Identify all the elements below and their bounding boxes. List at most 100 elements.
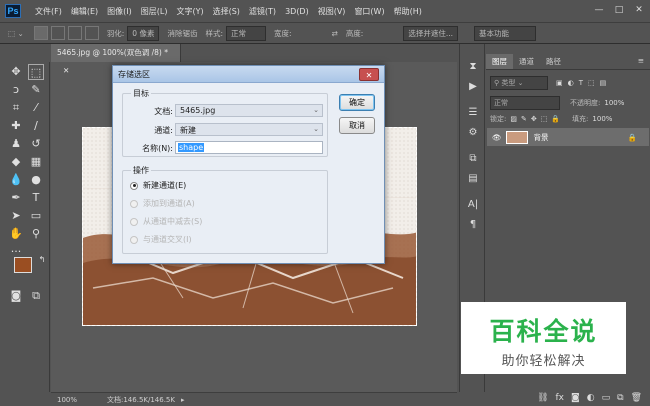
radio-subtract-from-channel[interactable]: 从通道中减去(S): [130, 216, 202, 227]
doc-label: 文档:: [154, 107, 173, 116]
marquee-preset-icon[interactable]: ⬚ ⌄: [8, 29, 24, 38]
zoom-level[interactable]: 100%: [57, 396, 97, 404]
character-panel-icon[interactable]: A|: [466, 198, 480, 212]
type-tool-icon[interactable]: T: [28, 190, 44, 206]
adjustments-panel-icon[interactable]: ⚙: [466, 126, 480, 140]
add-selection-icon[interactable]: [50, 26, 65, 40]
layer-kind-select[interactable]: ⚲ 类型 ⌄: [490, 76, 548, 90]
eraser-tool-icon[interactable]: ◆: [8, 154, 24, 170]
eyedropper-tool-icon[interactable]: ⁄: [28, 100, 44, 116]
move-tool-icon[interactable]: ✥: [8, 64, 24, 80]
feather-label: 羽化:: [106, 28, 125, 38]
name-input[interactable]: shape: [175, 141, 323, 154]
history-panel-icon[interactable]: ⧗: [466, 60, 480, 74]
fx-icon[interactable]: fx: [556, 393, 565, 403]
cancel-button[interactable]: 取消: [339, 117, 375, 134]
properties-panel-icon[interactable]: ☰: [466, 106, 480, 120]
screen-mode-icon[interactable]: ⧉: [28, 288, 44, 304]
history-brush-tool-icon[interactable]: ↺: [28, 136, 44, 152]
workspace-select[interactable]: 基本功能: [474, 25, 536, 41]
opacity-value[interactable]: 100%: [604, 99, 624, 107]
maximize-button[interactable]: □: [612, 3, 626, 17]
channel-label: 通道:: [154, 126, 173, 135]
quick-select-tool-icon[interactable]: ✎: [28, 82, 44, 98]
menu-edit[interactable]: 编辑(E): [71, 6, 98, 17]
opacity-label: 不透明度:: [570, 99, 601, 107]
antialias-checkbox[interactable]: 消除锯齿: [167, 28, 197, 39]
menu-image[interactable]: 图像(I): [107, 6, 132, 17]
menu-layer[interactable]: 图层(L): [141, 6, 168, 17]
radio-add-to-channel-label: 添加到通道(A): [143, 199, 195, 208]
clone-source-panel-icon[interactable]: ⧉: [466, 152, 480, 166]
pen-tool-icon[interactable]: ✒: [8, 190, 24, 206]
lasso-tool-icon[interactable]: ↄ: [8, 82, 24, 98]
lock-row: 锁定: ▨✎✥⬚🔒 填充: 100%: [490, 114, 646, 124]
channel-select[interactable]: 新建 ⌄: [175, 123, 323, 136]
rectangle-tool-icon[interactable]: ▭: [28, 208, 44, 224]
style-select[interactable]: 正常: [225, 25, 266, 41]
doc-select[interactable]: 5465.jpg ⌄: [175, 104, 323, 117]
radio-add-to-channel[interactable]: 添加到通道(A): [130, 198, 195, 209]
photoshop-logo: Ps: [5, 4, 21, 18]
brush-tool-icon[interactable]: ∕: [28, 118, 44, 134]
actions-panel-icon[interactable]: ▶: [466, 80, 480, 94]
menu-view[interactable]: 视图(V): [318, 6, 346, 17]
new-group-icon[interactable]: ▭: [602, 393, 611, 403]
blur-tool-icon[interactable]: 💧: [8, 172, 24, 188]
fill-value[interactable]: 100%: [592, 115, 612, 123]
swap-icon[interactable]: ⇄: [332, 29, 338, 38]
radio-new-channel[interactable]: 新建通道(E): [130, 180, 186, 191]
new-layer-icon[interactable]: ⧉: [617, 393, 623, 403]
menu-type[interactable]: 文字(Y): [176, 6, 203, 17]
quick-mask-icon[interactable]: ◙: [8, 288, 24, 304]
crop-tool-icon[interactable]: ⌗: [8, 100, 24, 116]
feather-input[interactable]: 0 像素: [127, 25, 160, 41]
visibility-eye-icon[interactable]: 👁: [492, 133, 502, 142]
panel-menu-icon[interactable]: ≡: [632, 54, 650, 69]
path-select-tool-icon[interactable]: ➤: [8, 208, 24, 224]
close-tab-icon[interactable]: ✕: [63, 66, 69, 75]
select-and-mask-button[interactable]: 选择并遮住...: [403, 25, 458, 41]
dialog-close-button[interactable]: ✕: [359, 68, 379, 81]
menu-file[interactable]: 文件(F): [35, 6, 62, 17]
layer-lock-icon: 🔒: [627, 132, 637, 142]
blend-row: 正常 不透明度: 100%: [490, 96, 646, 110]
delete-layer-icon[interactable]: 🗑: [631, 393, 642, 403]
stamp-tool-icon[interactable]: ♟: [8, 136, 24, 152]
foreground-color-swatch[interactable]: [14, 257, 32, 273]
healing-tool-icon[interactable]: ✚: [8, 118, 24, 134]
radio-intersect-channel[interactable]: 与通道交叉(I): [130, 234, 192, 245]
layer-name[interactable]: 背景: [534, 132, 549, 143]
menu-filter[interactable]: 滤镜(T): [249, 6, 276, 17]
brush-panel-icon[interactable]: ▤: [466, 172, 480, 186]
swap-colors-icon[interactable]: ↰: [34, 252, 50, 268]
link-layers-icon[interactable]: ⛓: [537, 393, 548, 403]
adjustment-layer-icon[interactable]: ◐: [587, 393, 595, 403]
menu-3d[interactable]: 3D(D): [285, 7, 309, 16]
gradient-tool-icon[interactable]: ▦: [28, 154, 44, 170]
paragraph-panel-icon[interactable]: ¶: [466, 218, 480, 232]
intersect-selection-icon[interactable]: [84, 26, 99, 40]
layer-row-background[interactable]: 👁 背景 🔒: [487, 128, 649, 146]
ok-button[interactable]: 确定: [339, 94, 375, 111]
status-arrow-icon[interactable]: ▸: [181, 396, 185, 404]
tab-paths[interactable]: 路径: [540, 54, 567, 69]
tab-channels[interactable]: 通道: [513, 54, 540, 69]
menu-window[interactable]: 窗口(W): [354, 6, 384, 17]
dodge-tool-icon[interactable]: ●: [28, 172, 44, 188]
add-mask-icon[interactable]: ◙: [571, 393, 580, 403]
marquee-tool-icon[interactable]: ⬚: [28, 64, 44, 80]
zoom-tool-icon[interactable]: ⚲: [28, 226, 44, 242]
close-button[interactable]: ✕: [632, 3, 646, 17]
hand-tool-icon[interactable]: ✋: [8, 226, 24, 242]
document-tab[interactable]: 5465.jpg @ 100%(双色调 /8) * ✕: [51, 44, 181, 75]
menu-help[interactable]: 帮助(H): [394, 6, 422, 17]
filter-icons[interactable]: ▣◐T⬚▤: [556, 79, 611, 87]
minimize-button[interactable]: —: [592, 3, 606, 17]
tab-layers[interactable]: 图层: [486, 54, 513, 69]
new-selection-icon[interactable]: [33, 26, 48, 40]
subtract-selection-icon[interactable]: [67, 26, 82, 40]
menu-select[interactable]: 选择(S): [213, 6, 240, 17]
lock-icons[interactable]: ▨✎✥⬚🔒: [510, 115, 564, 123]
blend-mode-select[interactable]: 正常: [490, 96, 560, 110]
